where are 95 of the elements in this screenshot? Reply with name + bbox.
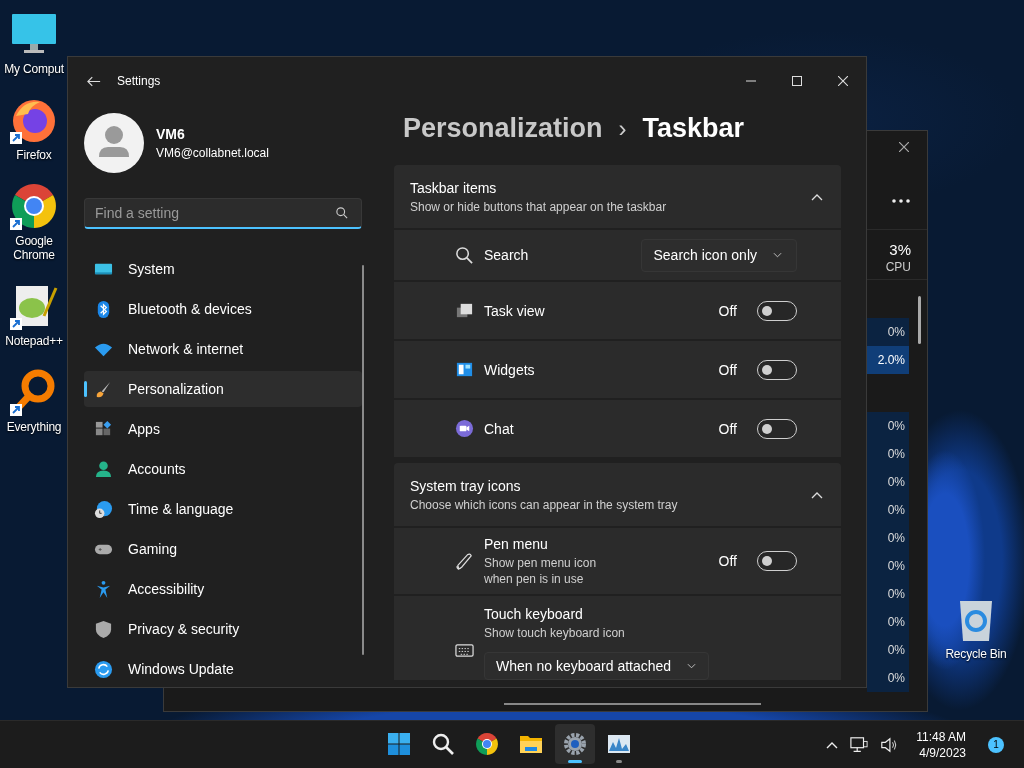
nav-item[interactable]: Apps — [84, 411, 362, 447]
nav-item[interactable]: Time & language — [84, 491, 362, 527]
dropdown[interactable]: Search icon only — [641, 238, 797, 272]
section-title: System tray icons — [410, 477, 522, 494]
search-icon — [336, 207, 348, 219]
cpu-cell: 0% — [867, 318, 909, 346]
chrome-icon[interactable] — [10, 182, 58, 230]
chart-window-icon — [607, 732, 631, 756]
toggle-switch[interactable] — [757, 551, 797, 571]
volume-icon[interactable] — [880, 735, 899, 754]
toggle-state: Off — [718, 420, 737, 437]
nav-item[interactable]: Accessibility — [84, 571, 362, 607]
section-description: Choose which icons can appear in the system tray — [410, 497, 679, 512]
desktop-icon-label[interactable]: Firefox — [16, 148, 52, 162]
cpu-cell: 0% — [867, 664, 909, 692]
windows-logo-icon — [387, 732, 411, 756]
taskbar-button[interactable] — [555, 724, 595, 764]
setting-description: Show pen menu icon when pen is in use — [484, 554, 598, 587]
setting-label: Touch keyboard — [484, 606, 584, 622]
search-icon — [455, 245, 474, 265]
setting-label: Widgets — [484, 361, 536, 378]
cpu-cell: 0% — [867, 580, 909, 608]
nav-item[interactable]: System — [84, 251, 362, 287]
chevron-icon[interactable] — [826, 740, 839, 749]
cpu-cell: 0% — [867, 412, 909, 440]
keyboard-icon — [455, 641, 474, 660]
scroll-bar[interactable] — [918, 296, 921, 344]
desktop-icon-label[interactable]: Everything — [6, 420, 62, 434]
time-icon — [94, 499, 113, 519]
widgets-icon — [455, 360, 474, 379]
nav-item[interactable]: Personalization — [84, 371, 362, 407]
window-title: Settings — [117, 74, 161, 88]
desktop-icon-label[interactable]: Recycle Bin — [945, 647, 1007, 661]
section-header[interactable]: System tray icons Choose which icons can appear in the system tray — [394, 463, 841, 526]
update-icon — [94, 659, 113, 679]
desktop-icon-label[interactable]: My Comput — [4, 62, 64, 76]
column-header[interactable]: CPU — [885, 259, 911, 274]
running-indicator — [568, 760, 582, 763]
cpu-cell: 0% — [867, 524, 909, 552]
chrome-icon — [475, 732, 499, 756]
nav-item[interactable]: Accounts — [84, 451, 362, 487]
setting-label: Search — [484, 247, 530, 263]
running-indicator — [616, 760, 622, 763]
section-header[interactable]: Taskbar items Show or hide buttons that appear on the taskbar — [394, 165, 841, 228]
search-field[interactable]: Find a setting — [84, 198, 362, 229]
chevron-icon[interactable] — [811, 490, 823, 499]
network-icon[interactable] — [850, 735, 869, 754]
nav-item[interactable]: Network & internet — [84, 331, 362, 367]
toggle-state: Off — [718, 361, 737, 378]
clock[interactable]: 11:48 AM 4/9/2023 — [916, 728, 966, 761]
user-email: VM6@collabnet.local — [156, 146, 269, 160]
setting-label: Chat — [484, 420, 515, 437]
setting-label: Task view — [484, 302, 546, 319]
video-chat-icon — [455, 419, 474, 438]
toggle-switch[interactable] — [757, 359, 797, 380]
toggle-switch[interactable] — [757, 418, 797, 439]
toggle-switch[interactable] — [757, 300, 797, 321]
gear-icon — [563, 732, 587, 756]
pen-icon — [455, 551, 474, 571]
accounts-icon — [94, 459, 113, 479]
nav-item[interactable]: Bluetooth & devices — [84, 291, 362, 327]
search-icon — [431, 732, 455, 756]
cpu-cell: 0% — [867, 636, 909, 664]
nav-item[interactable]: Windows Update — [84, 651, 362, 687]
scroll-bar[interactable] — [362, 265, 364, 655]
chevron-down-icon — [687, 663, 697, 669]
privacy-icon — [94, 619, 113, 639]
toggle-state: Off — [718, 553, 737, 569]
stacked-windows-icon — [455, 301, 474, 320]
page-title: Taskbar — [642, 113, 745, 144]
cpu-cell: 0% — [867, 496, 909, 524]
setting-description: Show touch keyboard icon — [484, 625, 626, 641]
nav-item[interactable]: Privacy & security — [84, 611, 362, 647]
setting-label: Pen menu — [484, 535, 549, 552]
cpu-cell: 0% — [867, 468, 909, 496]
cpu-total: 3% — [889, 240, 911, 258]
breadcrumb-link[interactable]: Personalization — [403, 113, 603, 144]
avatar-icon[interactable] — [84, 113, 144, 173]
section-title: Taskbar items — [410, 179, 498, 196]
nav-item[interactable]: Gaming — [84, 531, 362, 567]
user-name: VM6 — [156, 126, 186, 142]
toggle-state: Off — [718, 302, 737, 319]
chevron-down-icon — [773, 252, 782, 258]
section-description: Show or hide buttons that appear on the taskbar — [410, 199, 668, 214]
notification-badge[interactable]: 1 — [988, 736, 1004, 753]
cpu-cell: 0% — [867, 552, 909, 580]
cpu-cell: 0% — [867, 440, 909, 468]
scroll-bar[interactable] — [504, 703, 761, 705]
chevron-icon[interactable] — [811, 192, 823, 201]
cpu-cell: 2.0% — [867, 346, 909, 374]
cpu-cell: 0% — [867, 608, 909, 636]
desktop-icon-label[interactable]: Google Chrome — [3, 234, 65, 262]
desktop-icon-label[interactable]: Notepad++ — [5, 334, 63, 348]
breadcrumb-separator: › — [618, 115, 627, 143]
dropdown[interactable]: When no keyboard attached — [484, 652, 709, 680]
